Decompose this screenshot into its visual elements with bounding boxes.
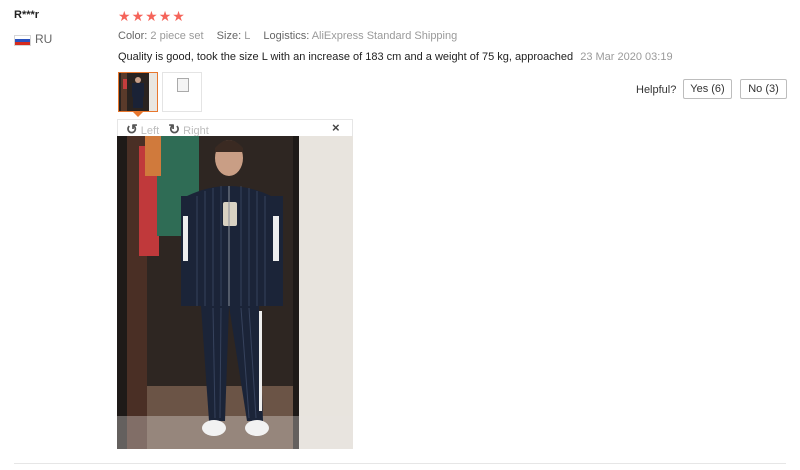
review-date: 23 Mar 2020 03:19 — [580, 51, 673, 63]
reviewer-name: R***r — [14, 9, 40, 21]
active-thumbnail-pointer — [133, 112, 143, 117]
review-photo-large — [117, 136, 353, 449]
review-photo-image — [117, 136, 353, 449]
color-label: Color: — [118, 30, 148, 42]
review-divider — [14, 463, 786, 464]
star-icon: ★ — [131, 8, 145, 24]
rotate-right-icon[interactable]: ↻ — [168, 121, 180, 137]
broken-image-icon — [177, 78, 189, 92]
helpful-no-button[interactable]: No (3) — [740, 79, 787, 99]
logistics-label: Logistics: — [263, 30, 310, 42]
rotate-left-icon[interactable]: ↺ — [126, 121, 138, 137]
star-icon: ★ — [172, 8, 185, 24]
star-icon: ★ — [145, 8, 158, 24]
reviewer-country: RU — [35, 32, 53, 46]
star-icon: ★ — [118, 8, 131, 24]
review-photo-thumbnail-1[interactable] — [118, 72, 158, 112]
color-value: 2 piece set — [150, 30, 204, 42]
photo-thumbnail-image — [119, 73, 157, 111]
helpful-label: Helpful? — [636, 84, 677, 96]
size-value: L — [244, 30, 251, 42]
size-label: Size: — [216, 30, 242, 42]
review-text-row: Quality is good, took the size L with an… — [118, 51, 673, 63]
logistics-value: AliExpress Standard Shipping — [311, 30, 458, 42]
star-icon: ★ — [158, 8, 172, 24]
star-rating: ★★★★★ — [118, 8, 186, 25]
russia-flag-icon — [14, 35, 31, 46]
review-text: Quality is good, took the size L with an… — [118, 51, 574, 63]
close-icon[interactable]: × — [332, 120, 340, 135]
order-attributes: Color: 2 piece set Size: L Logistics: Al… — [118, 30, 467, 42]
helpful-yes-button[interactable]: Yes (6) — [683, 79, 732, 99]
